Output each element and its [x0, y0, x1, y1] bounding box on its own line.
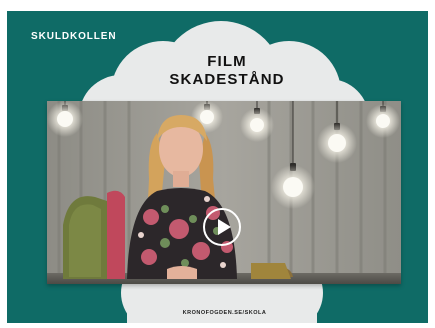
title-line-film: FILM — [207, 53, 247, 70]
brand-logo-text: SKULDKOLLEN — [31, 31, 117, 42]
video-player[interactable] — [47, 101, 401, 284]
title-line-skadestand: SKADESTÅND — [169, 71, 285, 88]
footer-url[interactable]: KRONOFOGDEN.SE/SKOLA — [137, 309, 312, 317]
play-icon — [218, 219, 231, 235]
page: SKULDKOLLEN FILM SKADESTÅND KRONOFOGDEN.… — [0, 0, 435, 328]
poster-title: FILM SKADESTÅND — [127, 53, 327, 89]
play-button[interactable] — [203, 208, 241, 246]
video-thumbnail — [47, 101, 401, 284]
poster: SKULDKOLLEN FILM SKADESTÅND KRONOFOGDEN.… — [7, 11, 428, 323]
